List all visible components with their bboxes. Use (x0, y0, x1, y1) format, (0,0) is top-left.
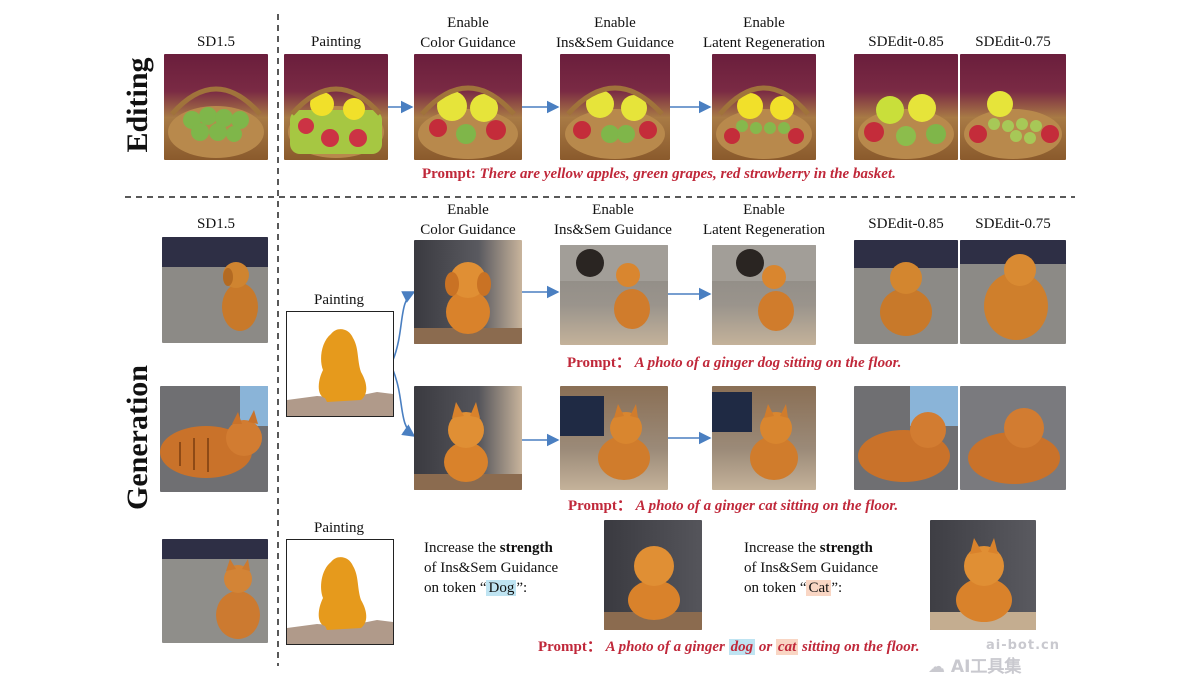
generation-dog-sdedit-075-image (960, 240, 1066, 344)
generation-dog-latent-regeneration-image (712, 245, 816, 345)
note-dog-token: Dog (486, 580, 517, 596)
generation-painting-image-2 (286, 539, 394, 645)
generation-sde2-label: SDEdit-0.75 (975, 216, 1051, 232)
generation-final-prompt: Prompt： A photo of a ginger dog or cat s… (538, 635, 920, 656)
editing-sd-label: SD1.5 (197, 34, 235, 50)
editing-sdedit-075-image (960, 54, 1066, 160)
generation-dog-prompt: Prompt： A photo of a ginger dog sitting … (567, 351, 901, 372)
editing-col1-label-line2: Color Guidance (420, 35, 516, 51)
note-dog-line3-post: ”: (516, 580, 528, 596)
note-cat-pre: Increase the (744, 540, 820, 556)
editing-prompt-text: There are yellow apples, green grapes, r… (479, 166, 896, 182)
generation-dog-prompt-text: A photo of a ginger dog sitting on the f… (634, 355, 902, 371)
generation-col3-label-line2: Latent Regeneration (702, 222, 826, 238)
generation-dog-prompt-label: Prompt： (567, 355, 631, 371)
generation-painting-image-1 (286, 311, 394, 417)
editing-col3-label-line1: Enable (743, 15, 785, 31)
editing-ins-sem-guidance-image (560, 54, 670, 160)
note-cat-line3-post: ”: (831, 580, 843, 596)
final-prompt-token-dog: dog (728, 639, 756, 655)
editing-col2-label-line2: Ins&Sem Guidance (556, 35, 674, 51)
note-dog-line2: of Ins&Sem Guidance (424, 560, 559, 576)
generation-sd-label: SD1.5 (197, 216, 235, 232)
watermark-brand-text: AI工具集 (950, 657, 1022, 677)
watermark-brand: ☁ AI工具集 (928, 652, 1021, 677)
generation-cat-prompt-text: A photo of a ginger cat sitting on the f… (635, 498, 899, 514)
generation-dog-ins-sem-guidance-image (560, 245, 668, 345)
editing-latent-regeneration-image (712, 54, 816, 160)
generation-sde1-label: SDEdit-0.85 (868, 216, 944, 232)
note-cat-line2: of Ins&Sem Guidance (744, 560, 879, 576)
editing-col1-label-line1: Enable (447, 15, 489, 31)
generation-dog-sdedit-085-image (854, 240, 958, 344)
section-label-editing: Editing (121, 57, 154, 153)
generation-cat-color-guidance-image (414, 386, 522, 490)
editing-sdedit-085-image (854, 54, 958, 160)
watermark-logo-icon: ☁ (928, 657, 945, 677)
generation-dog-color-guidance-image (414, 240, 522, 344)
editing-col2-label-line1: Enable (594, 15, 636, 31)
final-prompt-token-cat: cat (775, 639, 799, 655)
generation-cat-strength-image (930, 520, 1036, 630)
generation-sd15-dog-image (162, 237, 268, 343)
generation-painting-label-2: Painting (313, 520, 364, 536)
editing-sd15-image (164, 54, 268, 160)
generation-cat-sdedit-085-image (854, 386, 958, 490)
watermark-url: ai-bot.cn (986, 638, 1060, 653)
editing-col3-label-line2: Latent Regeneration (702, 35, 826, 51)
generation-sd15-cat-2-image (162, 539, 268, 643)
generation-cat-prompt: Prompt： A photo of a ginger cat sitting … (568, 494, 898, 515)
generation-sd15-cat-image (160, 386, 268, 492)
editing-prompt: Prompt: There are yellow apples, green g… (422, 166, 896, 183)
note-dog-line3-pre: on token “ (424, 580, 487, 596)
generation-cat-sdedit-075-image (960, 386, 1066, 490)
generation-dog-strength-image (604, 520, 702, 630)
final-prompt-part-a: A photo of a ginger (605, 639, 729, 655)
generation-cat-prompt-label: Prompt： (568, 498, 632, 514)
final-prompt-part-b: sitting on the floor. (798, 639, 920, 655)
generation-cat-latent-regeneration-image (712, 386, 816, 490)
final-prompt-label: Prompt： (538, 639, 602, 655)
generation-painting-label-1: Painting (313, 292, 364, 308)
editing-painting-image (284, 54, 388, 160)
editing-sde1-label: SDEdit-0.85 (868, 34, 944, 50)
generation-col1-label-line2: Color Guidance (420, 222, 516, 238)
generation-cat-ins-sem-guidance-image (560, 386, 668, 490)
generation-col2-label-line1: Enable (592, 202, 634, 218)
note-cat-strength: Increase the strength of Ins&Sem Guidanc… (744, 538, 878, 598)
note-dog-bold: strength (499, 540, 553, 556)
editing-color-guidance-image (414, 54, 522, 160)
note-dog-strength: Increase the strength of Ins&Sem Guidanc… (424, 538, 558, 598)
generation-col1-label-line1: Enable (447, 202, 489, 218)
note-cat-line3-pre: on token “ (744, 580, 807, 596)
note-dog-pre: Increase the (424, 540, 500, 556)
note-cat-bold: strength (819, 540, 873, 556)
editing-sde2-label: SDEdit-0.75 (975, 34, 1051, 50)
editing-painting-label: Painting (310, 34, 361, 50)
section-label-generation: Generation (121, 365, 154, 510)
generation-col3-label-line1: Enable (743, 202, 785, 218)
generation-col2-label-line2: Ins&Sem Guidance (554, 222, 672, 238)
note-cat-token: Cat (806, 580, 832, 596)
final-prompt-or: or (755, 639, 776, 655)
editing-prompt-label: Prompt: (422, 166, 476, 182)
